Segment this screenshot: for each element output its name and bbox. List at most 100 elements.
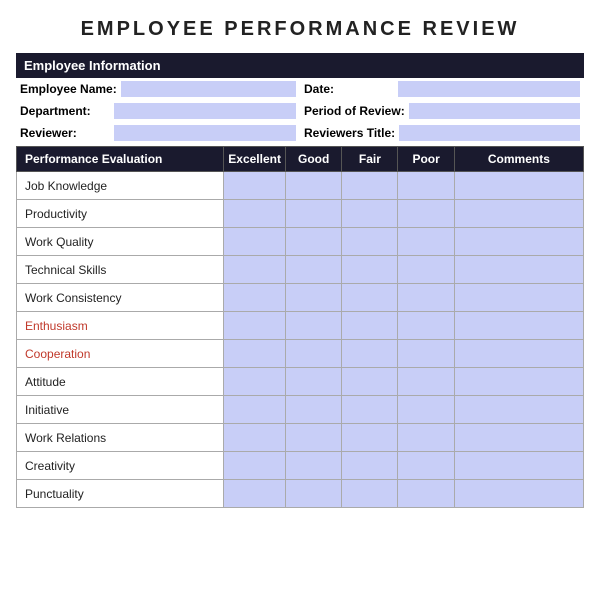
table-row: Cooperation bbox=[17, 340, 584, 368]
cell-excellent-10[interactable] bbox=[224, 452, 286, 480]
row-label: Work Quality bbox=[17, 228, 224, 256]
cell-poor-8[interactable] bbox=[398, 396, 454, 424]
reviewer-title-input[interactable] bbox=[399, 125, 580, 141]
table-row: Work Relations bbox=[17, 424, 584, 452]
cell-excellent-9[interactable] bbox=[224, 424, 286, 452]
cell-comment-3[interactable] bbox=[454, 256, 583, 284]
cell-fair-2[interactable] bbox=[342, 228, 398, 256]
cell-excellent-7[interactable] bbox=[224, 368, 286, 396]
table-row: Job Knowledge bbox=[17, 172, 584, 200]
employee-name-input[interactable] bbox=[121, 81, 296, 97]
row-label: Technical Skills bbox=[17, 256, 224, 284]
cell-good-3[interactable] bbox=[285, 256, 341, 284]
row-label: Job Knowledge bbox=[17, 172, 224, 200]
cell-poor-3[interactable] bbox=[398, 256, 454, 284]
row-label: Cooperation bbox=[17, 340, 224, 368]
cell-comment-9[interactable] bbox=[454, 424, 583, 452]
cell-poor-6[interactable] bbox=[398, 340, 454, 368]
col-header-fair: Fair bbox=[342, 147, 398, 172]
cell-comment-5[interactable] bbox=[454, 312, 583, 340]
cell-fair-1[interactable] bbox=[342, 200, 398, 228]
cell-poor-7[interactable] bbox=[398, 368, 454, 396]
cell-fair-3[interactable] bbox=[342, 256, 398, 284]
period-input[interactable] bbox=[409, 103, 580, 119]
cell-good-10[interactable] bbox=[285, 452, 341, 480]
col-header-poor: Poor bbox=[398, 147, 454, 172]
reviewer-label: Reviewer: bbox=[20, 126, 110, 140]
cell-excellent-1[interactable] bbox=[224, 200, 286, 228]
table-row: Creativity bbox=[17, 452, 584, 480]
row-label: Creativity bbox=[17, 452, 224, 480]
cell-good-7[interactable] bbox=[285, 368, 341, 396]
table-row: Technical Skills bbox=[17, 256, 584, 284]
department-label: Department: bbox=[20, 104, 110, 118]
col-header-evaluation: Performance Evaluation bbox=[17, 147, 224, 172]
row-label: Punctuality bbox=[17, 480, 224, 508]
cell-excellent-8[interactable] bbox=[224, 396, 286, 424]
col-header-comments: Comments bbox=[454, 147, 583, 172]
date-input[interactable] bbox=[398, 81, 580, 97]
cell-excellent-5[interactable] bbox=[224, 312, 286, 340]
employee-info-header: Employee Information bbox=[16, 53, 584, 78]
row-label: Work Consistency bbox=[17, 284, 224, 312]
table-row: Productivity bbox=[17, 200, 584, 228]
cell-good-11[interactable] bbox=[285, 480, 341, 508]
cell-poor-1[interactable] bbox=[398, 200, 454, 228]
cell-poor-4[interactable] bbox=[398, 284, 454, 312]
cell-comment-2[interactable] bbox=[454, 228, 583, 256]
performance-table: Performance Evaluation Excellent Good Fa… bbox=[16, 146, 584, 508]
cell-fair-6[interactable] bbox=[342, 340, 398, 368]
cell-poor-11[interactable] bbox=[398, 480, 454, 508]
row-label: Initiative bbox=[17, 396, 224, 424]
cell-comment-4[interactable] bbox=[454, 284, 583, 312]
cell-excellent-6[interactable] bbox=[224, 340, 286, 368]
cell-excellent-0[interactable] bbox=[224, 172, 286, 200]
cell-good-4[interactable] bbox=[285, 284, 341, 312]
cell-poor-9[interactable] bbox=[398, 424, 454, 452]
cell-comment-6[interactable] bbox=[454, 340, 583, 368]
employee-name-label: Employee Name: bbox=[20, 82, 117, 96]
cell-good-0[interactable] bbox=[285, 172, 341, 200]
cell-fair-0[interactable] bbox=[342, 172, 398, 200]
cell-comment-7[interactable] bbox=[454, 368, 583, 396]
row-label: Productivity bbox=[17, 200, 224, 228]
cell-fair-9[interactable] bbox=[342, 424, 398, 452]
reviewer-input[interactable] bbox=[114, 125, 296, 141]
cell-good-6[interactable] bbox=[285, 340, 341, 368]
cell-poor-2[interactable] bbox=[398, 228, 454, 256]
cell-good-2[interactable] bbox=[285, 228, 341, 256]
cell-good-5[interactable] bbox=[285, 312, 341, 340]
cell-comment-11[interactable] bbox=[454, 480, 583, 508]
col-header-excellent: Excellent bbox=[224, 147, 286, 172]
table-row: Work Consistency bbox=[17, 284, 584, 312]
cell-comment-10[interactable] bbox=[454, 452, 583, 480]
cell-fair-7[interactable] bbox=[342, 368, 398, 396]
cell-fair-10[interactable] bbox=[342, 452, 398, 480]
cell-poor-0[interactable] bbox=[398, 172, 454, 200]
department-input[interactable] bbox=[114, 103, 296, 119]
table-row: Initiative bbox=[17, 396, 584, 424]
cell-poor-5[interactable] bbox=[398, 312, 454, 340]
cell-poor-10[interactable] bbox=[398, 452, 454, 480]
table-row: Work Quality bbox=[17, 228, 584, 256]
cell-comment-1[interactable] bbox=[454, 200, 583, 228]
cell-good-9[interactable] bbox=[285, 424, 341, 452]
cell-excellent-3[interactable] bbox=[224, 256, 286, 284]
cell-comment-0[interactable] bbox=[454, 172, 583, 200]
cell-good-8[interactable] bbox=[285, 396, 341, 424]
table-row: Enthusiasm bbox=[17, 312, 584, 340]
cell-excellent-2[interactable] bbox=[224, 228, 286, 256]
row-label: Enthusiasm bbox=[17, 312, 224, 340]
cell-good-1[interactable] bbox=[285, 200, 341, 228]
cell-fair-5[interactable] bbox=[342, 312, 398, 340]
cell-fair-8[interactable] bbox=[342, 396, 398, 424]
row-label: Attitude bbox=[17, 368, 224, 396]
cell-excellent-11[interactable] bbox=[224, 480, 286, 508]
cell-excellent-4[interactable] bbox=[224, 284, 286, 312]
cell-comment-8[interactable] bbox=[454, 396, 583, 424]
col-header-good: Good bbox=[285, 147, 341, 172]
page-title: EMPLOYEE PERFORMANCE REVIEW bbox=[16, 18, 584, 41]
cell-fair-11[interactable] bbox=[342, 480, 398, 508]
cell-fair-4[interactable] bbox=[342, 284, 398, 312]
period-label: Period of Review: bbox=[304, 104, 405, 118]
